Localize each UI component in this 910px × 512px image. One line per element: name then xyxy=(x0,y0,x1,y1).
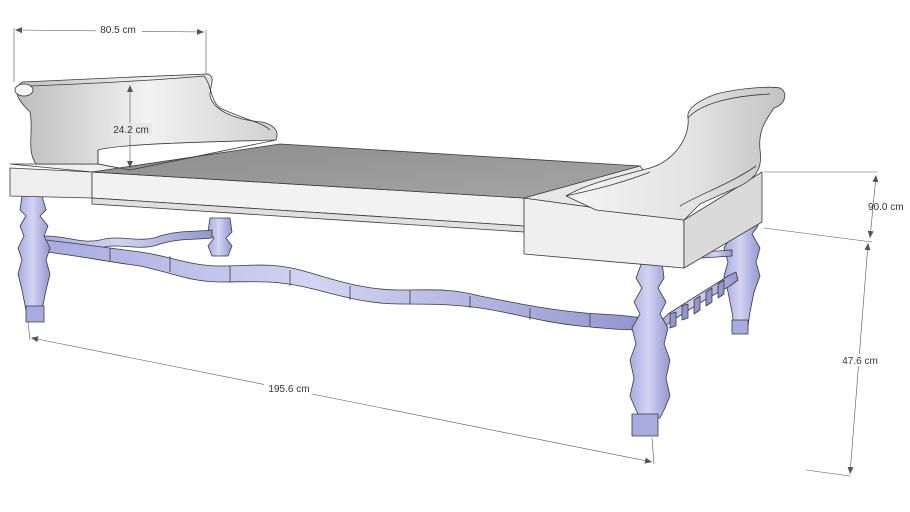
dim-label-armrest-height: 24.2 cm xyxy=(113,125,149,136)
dimension-depth: 90.0 cm xyxy=(763,171,904,243)
dim-label-depth: 90.0 cm xyxy=(868,202,904,213)
dimension-height: 47.6 cm xyxy=(805,243,882,477)
dimension-length: 195.6 cm xyxy=(27,321,655,465)
dim-label-length: 195.6 cm xyxy=(268,384,309,395)
dimension-armrest-width: 80.5 cm xyxy=(13,23,207,82)
dim-label-height: 47.6 cm xyxy=(842,356,878,367)
dim-label-armrest-width: 80.5 cm xyxy=(100,25,136,36)
sketchup-model-view: 80.5 cm 24.2 cm 90.0 cm 47.6 cm 195.6 cm xyxy=(0,0,910,512)
daybed-3d-model: 80.5 cm 24.2 cm 90.0 cm 47.6 cm 195.6 cm xyxy=(9,23,904,477)
front-left-leg xyxy=(17,195,51,323)
front-right-leg xyxy=(629,261,671,437)
